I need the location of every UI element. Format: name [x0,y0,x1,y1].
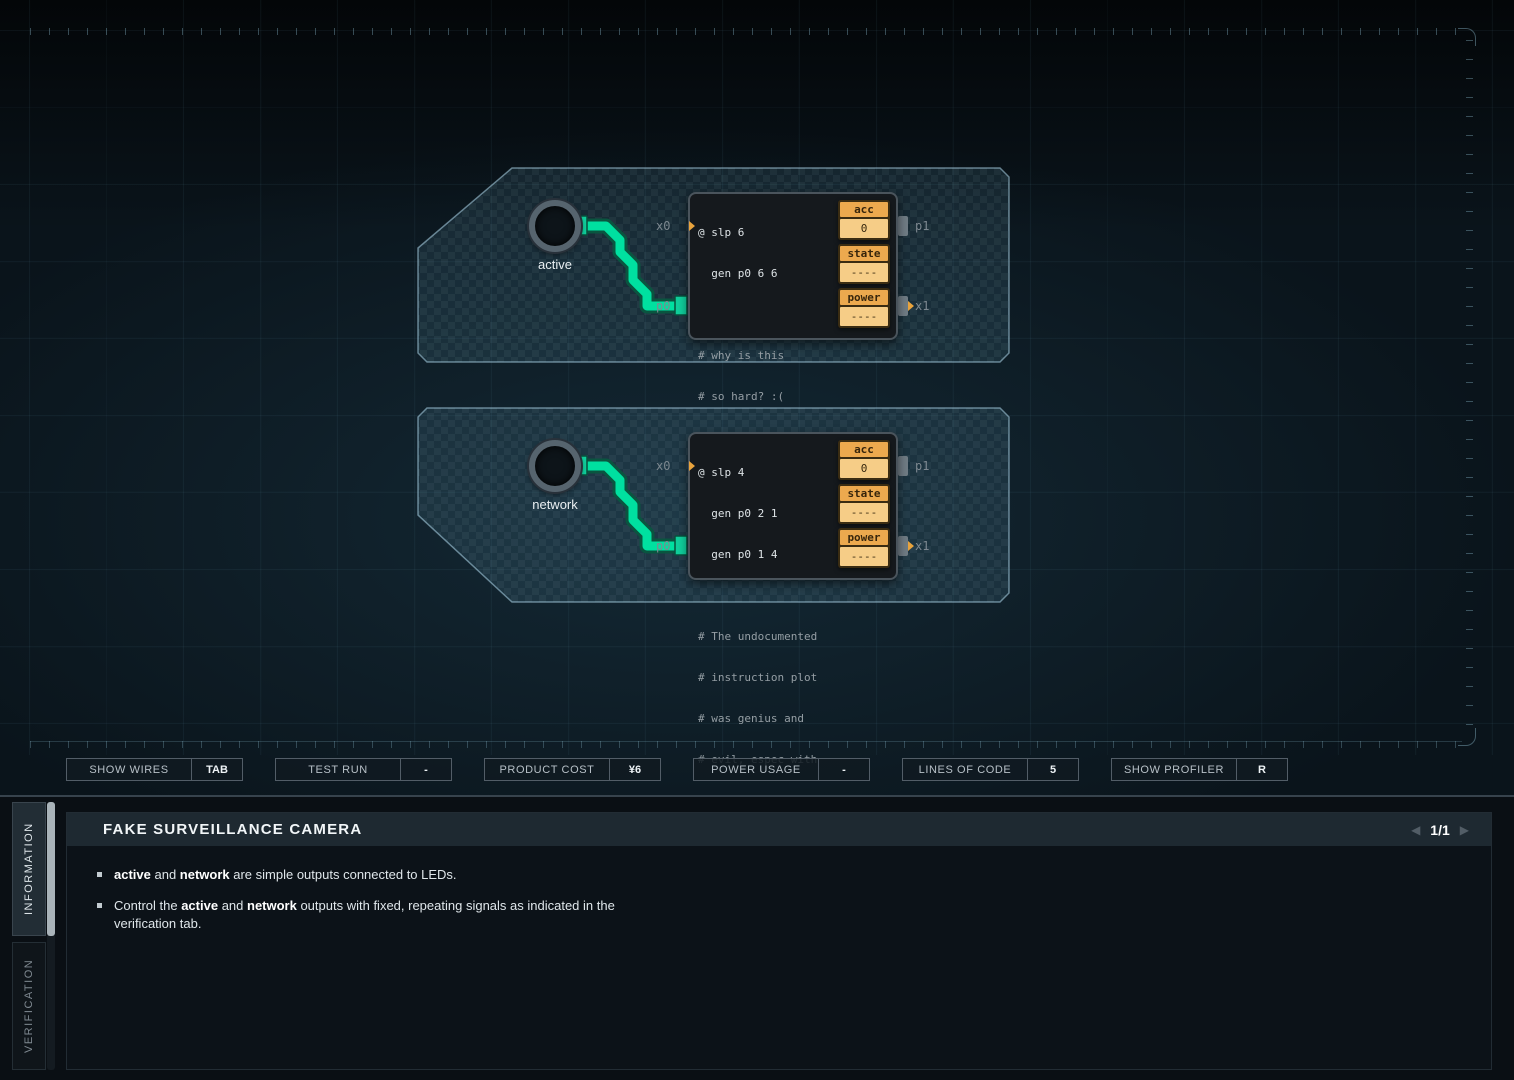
bottom-toolbar: SHOW WIRES TAB TEST RUN - PRODUCT COST ¥… [66,758,1288,781]
code-line: gen p0 2 1 [698,506,838,521]
led-network[interactable] [529,440,581,492]
prev-page-icon[interactable]: ◀ [1411,823,1420,837]
button-label: TEST RUN [275,758,401,781]
code-line: # was genius and [698,711,838,726]
indicator-value: - [818,758,870,781]
next-page-icon[interactable]: ▶ [1460,823,1469,837]
info-panel: INFORMATION VERIFICATION FAKE SURVEILLAN… [0,795,1514,1080]
pin-arrow-icon [689,221,695,231]
bullet-icon [97,903,102,908]
code-line: gen p0 1 4 [698,547,838,562]
test-run-button[interactable]: TEST RUN - [275,758,452,781]
button-hotkey: R [1236,758,1288,781]
circuit-canvas[interactable]: active x0 p0 p1 x1 @ slp 6 gen p0 6 6 # … [0,0,1514,755]
button-label: SHOW PROFILER [1111,758,1237,781]
pin-arrow-icon [908,541,914,551]
code-line [698,588,838,603]
register-power[interactable]: power ---- [838,528,890,568]
indicator-value: 5 [1027,758,1079,781]
register-value: ---- [840,307,888,326]
register-state[interactable]: state ---- [838,484,890,524]
tab-verification[interactable]: VERIFICATION [12,942,46,1070]
register-acc[interactable]: acc 0 [838,440,890,480]
pagination: ◀ 1/1 ▶ [1411,822,1469,838]
pin-label-p1: p1 [915,219,937,233]
pin-label-x1: x1 [915,299,937,313]
code-line: # The undocumented [698,629,838,644]
code-line: # so hard? :( [698,389,838,404]
button-label: SHOW WIRES [66,758,192,781]
indicator-label: PRODUCT COST [484,758,610,781]
tab-information[interactable]: INFORMATION [12,802,46,936]
app-window: active x0 p0 p1 x1 @ slp 6 gen p0 6 6 # … [0,0,1514,1080]
register-value: 0 [840,459,888,478]
page-number: 1/1 [1430,822,1449,838]
code-line: gen p0 6 6 [698,266,838,281]
led-active[interactable] [529,200,581,252]
indicator-label: LINES OF CODE [902,758,1028,781]
register-value: 0 [840,219,888,238]
panel-scrollbar-thumb[interactable] [47,802,55,936]
register-value: ---- [840,503,888,522]
led-network-label: network [515,497,595,512]
pin-arrow-icon [689,461,695,471]
power-usage-indicator: POWER USAGE - [693,758,870,781]
code-editor-top[interactable]: @ slp 6 gen p0 6 6 # why is this # so ha… [698,199,838,430]
list-item: Control the active and network outputs w… [97,897,1491,933]
button-hotkey: - [400,758,452,781]
pin-label-p0: p0 [656,299,678,313]
indicator-label: POWER USAGE [693,758,819,781]
instruction-list: active and network are simple outputs co… [67,846,1491,933]
register-name: power [840,530,888,545]
instruction-text: active and network are simple outputs co… [114,866,457,884]
bullet-icon [97,872,102,877]
code-line [698,307,838,322]
code-line: # why is this [698,348,838,363]
register-acc[interactable]: acc 0 [838,200,890,240]
pin-label-p1: p1 [915,459,937,473]
indicator-value: ¥6 [609,758,661,781]
pin-label-x0: x0 [656,459,678,473]
register-name: acc [840,202,888,217]
pin-label-x0: x0 [656,219,678,233]
information-header: FAKE SURVEILLANCE CAMERA ◀ 1/1 ▶ [67,813,1491,846]
code-line: @ slp 6 [698,225,838,240]
pin-label-x1: x1 [915,539,937,553]
register-name: acc [840,442,888,457]
register-name: power [840,290,888,305]
puzzle-title: FAKE SURVEILLANCE CAMERA [103,821,362,838]
lines-of-code-indicator: LINES OF CODE 5 [902,758,1079,781]
instruction-text: Control the active and network outputs w… [114,897,659,933]
code-line: # instruction plot [698,670,838,685]
information-content: FAKE SURVEILLANCE CAMERA ◀ 1/1 ▶ active … [66,812,1492,1070]
register-state[interactable]: state ---- [838,244,890,284]
show-profiler-button[interactable]: SHOW PROFILER R [1111,758,1288,781]
list-item: active and network are simple outputs co… [97,866,1491,884]
register-name: state [840,486,888,501]
led-active-label: active [515,257,595,272]
pin-arrow-icon [908,301,914,311]
code-line: @ slp 4 [698,465,838,480]
register-value: ---- [840,263,888,282]
show-wires-button[interactable]: SHOW WIRES TAB [66,758,243,781]
register-value: ---- [840,547,888,566]
pin-label-p0: p0 [656,539,678,553]
register-power[interactable]: power ---- [838,288,890,328]
button-hotkey: TAB [191,758,243,781]
register-name: state [840,246,888,261]
product-cost-indicator: PRODUCT COST ¥6 [484,758,661,781]
